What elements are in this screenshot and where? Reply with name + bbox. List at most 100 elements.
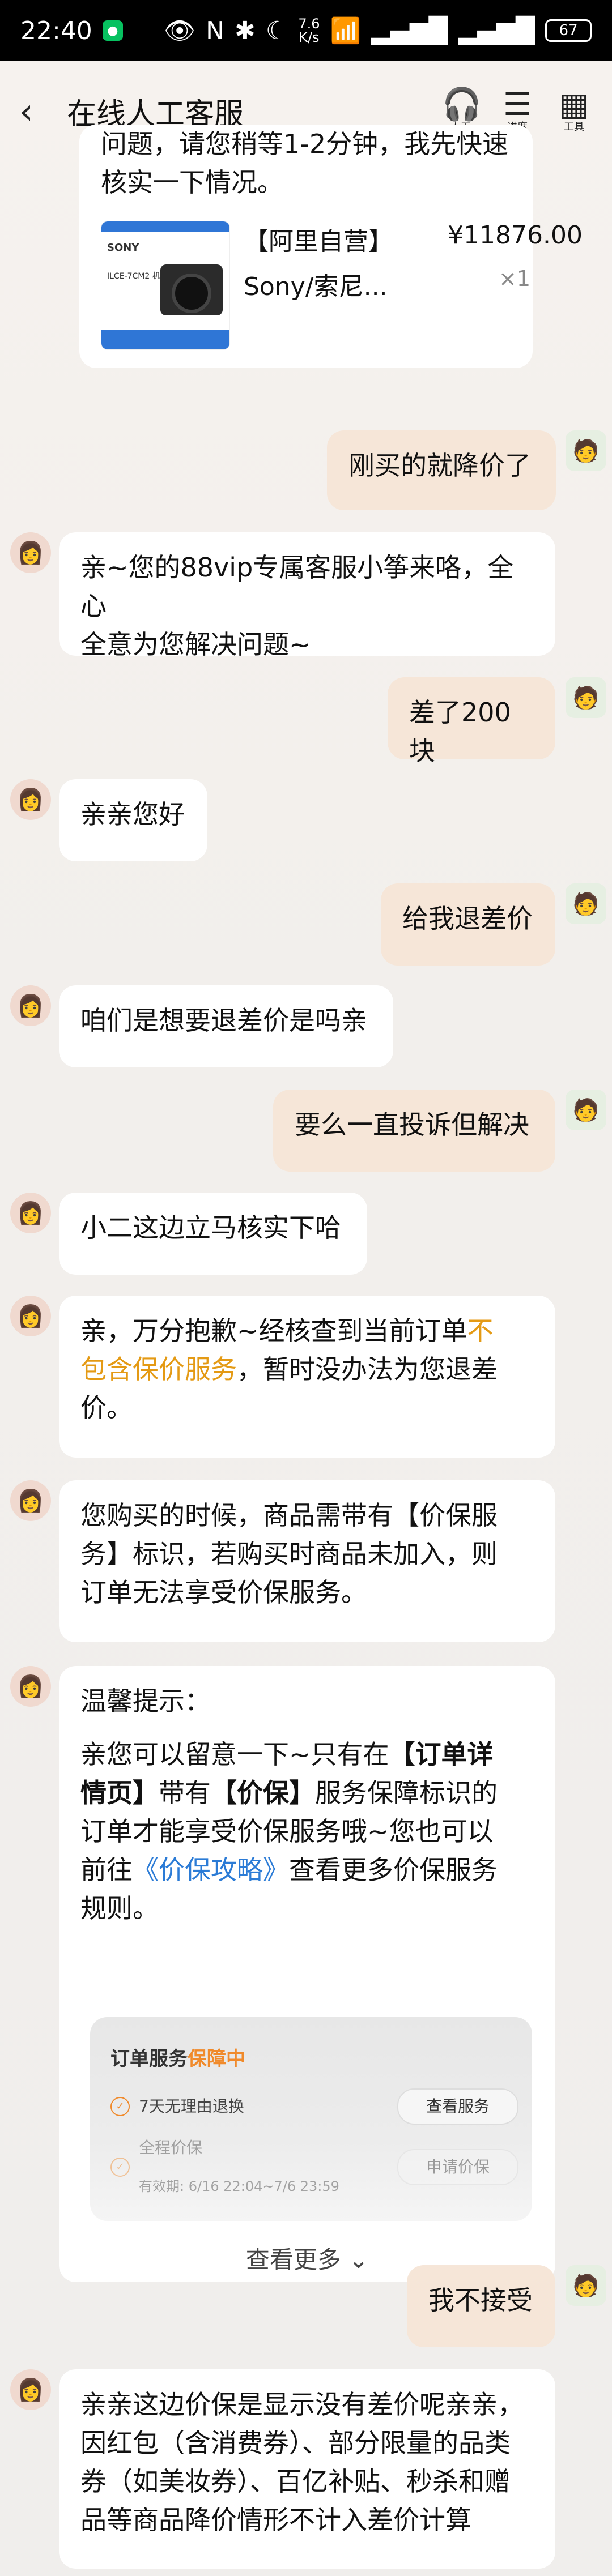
message-text: 给我退差价 [402,903,533,934]
chat-bubble[interactable]: 温馨提示： 亲您可以留意一下~只有在【订单详 情页】带有【价保】服务保障标识的 … [59,1666,555,2282]
chat-bubble[interactable]: 给我退差价 [381,883,555,966]
agent-avatar[interactable]: 👩 [10,779,51,820]
agent-avatar-icon: 👩 [17,1673,44,1699]
shield-icon: ✓ [110,2158,130,2177]
message-text: 亲亲您好 [80,799,185,830]
message-text: 我不接受 [428,2285,533,2316]
wifi-icon: 📶 [330,16,362,45]
shield-icon: ✓ [110,2097,130,2116]
status-right: 👁 N ✱ ☾ 7.6 K/s 📶 ▂▄▆█ ▂▄▆█ 67 [164,16,592,45]
message-line: 订单才能享受价保服务哦~您也可以 [80,1816,494,1847]
back-icon[interactable]: ‹ [19,91,59,132]
user-avatar[interactable]: 🧑 [566,2265,606,2306]
message-agent: 小二这边立马核实下哈 [59,1193,367,1275]
chat-bubble[interactable]: 我不接受 [407,2265,555,2347]
headset-icon: 🎧 [442,86,482,123]
agent-avatar[interactable]: 👩 [10,1193,51,1233]
signal-icon: ▂▄▆█ [371,16,448,45]
tools-button[interactable]: ▦ 工具 [555,89,593,133]
message-text: 刚买的就降价了 [348,450,531,481]
chat-bubble[interactable]: 亲，万分抱歉~经核查到当前订单不 包含保价服务，暂时没办法为您退差 价。 [59,1296,555,1458]
chat-bubble[interactable]: 亲~您的88vip专属客服小筝来咯，全心 全意为您解决问题~ [59,532,555,660]
product-intro-line1: 问题，请您稍等1-2分钟，我先快速 [101,129,509,159]
message-line: 亲~您的88vip专属客服小筝来咯，全心 [80,552,514,621]
see-more-label: 查看更多 [245,2246,341,2274]
message-text: 小二这边立马核实下哈 [80,1212,341,1243]
agent-avatar-icon: 👩 [17,2377,44,2402]
status-time: 22:40 [20,16,92,45]
message-line: 品等商品降价情形不计入差价计算 [80,2505,471,2535]
message-text: 亲您可以留意一下~只有在 [80,1739,389,1770]
message-line: 情页】带有【价保】服务保障标识的 [80,1774,534,1812]
message-line: 亲，万分抱歉~经核查到当前订单不 [80,1312,534,1350]
agent-avatar[interactable]: 👩 [10,532,51,573]
message-agent: 亲亲这边价保是显示没有差价呢亲亲， 因红包（含消费券）、部分限量的品类 券（如美… [59,2369,555,2569]
view-service-button[interactable]: 查看服务 [397,2088,518,2125]
message-user: 刚买的就降价了 [327,430,556,510]
message-user: 要么一直投诉但解决 [273,1090,555,1172]
wechat-icon: ● [102,20,123,41]
user-avatar-icon: 🧑 [572,685,600,710]
service-name: 全程价保 [139,2138,203,2157]
message-text: 带有 [159,1778,211,1808]
message-text: 咱们是想要退差价是吗亲 [80,1005,367,1036]
chat-area[interactable]: 问题，请您稍等1-2分钟，我先快速 核实一下情况。 SONY ILCE-7CM2… [0,125,612,2576]
status-left: 22:40 ● [20,16,123,45]
progress-icon: ☰ [503,86,532,123]
agent-avatar[interactable]: 👩 [10,1480,51,1521]
price-guide-link[interactable]: 《价保攻略》 [133,1855,289,1885]
order-service-card[interactable]: 订单服务保障中 ✓ 7天无理由退换 查看服务 ✓ 全程价保 有效期: 6/16 … [90,2017,532,2221]
tip-title: 温馨提示： [80,1686,211,1716]
message-line: 前往《价保攻略》查看更多价保服务 [80,1851,534,1889]
chat-bubble[interactable]: 咱们是想要退差价是吗亲 [59,985,393,1067]
battery-level: 67 [559,22,578,39]
user-avatar[interactable]: 🧑 [566,883,606,924]
nfc-icon: N [206,16,224,45]
message-user: 给我退差价 [381,883,555,966]
tools-label: 工具 [564,121,584,133]
message-line: 规则。 [80,1893,159,1924]
agent-avatar-icon: 👩 [17,1488,44,1513]
network-speed-value: 7.6 [298,16,320,32]
highlight-text: 包含保价服务 [80,1354,237,1385]
chat-bubble[interactable]: 差了200块 [388,677,555,766]
chat-bubble[interactable]: 刚买的就降价了 [327,430,556,510]
message-line: 订单无法享受价保服务。 [80,1577,367,1608]
chat-bubble[interactable]: 亲亲您好 [59,779,207,861]
thumb-banner-top [101,221,230,232]
service-row: ✓ 全程价保 有效期: 6/16 22:04~7/6 23:59 申请价保 [110,2138,518,2194]
eye-icon: 👁 [164,16,196,45]
product-name[interactable]: Sony/索尼... [244,266,388,302]
chat-bubble[interactable]: 小二这边立马核实下哈 [59,1193,367,1275]
agent-avatar[interactable]: 👩 [10,2369,51,2410]
message-text: ，暂时没办法为您退差 [237,1354,498,1385]
agent-avatar-icon: 👩 [17,993,44,1018]
agent-avatar[interactable]: 👩 [10,985,51,1026]
order-card-title-prefix: 订单服务 [110,2048,188,2070]
agent-avatar-icon: 👩 [17,1303,44,1328]
user-avatar[interactable]: 🧑 [566,677,606,718]
user-avatar[interactable]: 🧑 [566,430,606,471]
message-text: 前往 [80,1855,133,1885]
message-text: 要么一直投诉但解决 [295,1109,529,1140]
message-text: 服务保障标识的 [315,1778,498,1808]
user-avatar-icon: 🧑 [572,1097,600,1122]
order-card-title: 订单服务保障中 [110,2040,245,2078]
message-line: 您购买的时候，商品需带有【价保服 [80,1500,498,1531]
agent-avatar[interactable]: 👩 [10,1296,51,1336]
agent-avatar-icon: 👩 [17,1200,44,1225]
user-avatar[interactable]: 🧑 [566,1090,606,1130]
message-agent: 亲亲您好 [59,779,207,861]
product-tag: 【阿里自营】 [244,227,393,256]
order-card-status: 保障中 [188,2048,245,2070]
chat-bubble[interactable]: 要么一直投诉但解决 [273,1090,555,1172]
agent-avatar[interactable]: 👩 [10,1666,51,1707]
message-line: 券（如美妆券）、百亿补贴、秒杀和赠 [80,2466,511,2497]
product-message: 问题，请您稍等1-2分钟，我先快速 核实一下情况。 SONY ILCE-7CM2… [79,125,583,368]
apply-price-protect-button[interactable]: 申请价保 [397,2149,518,2185]
product-price: ¥11876.00 [448,221,583,250]
bold-text: 【订单详 [389,1739,494,1770]
chat-bubble[interactable]: 亲亲这边价保是显示没有差价呢亲亲， 因红包（含消费券）、部分限量的品类 券（如美… [59,2369,555,2569]
chat-bubble[interactable]: 您购买的时候，商品需带有【价保服 务】标识，若购买时商品未加入，则 订单无法享受… [59,1480,555,1642]
product-thumbnail[interactable]: SONY ILCE-7CM2 机身 [101,221,230,350]
